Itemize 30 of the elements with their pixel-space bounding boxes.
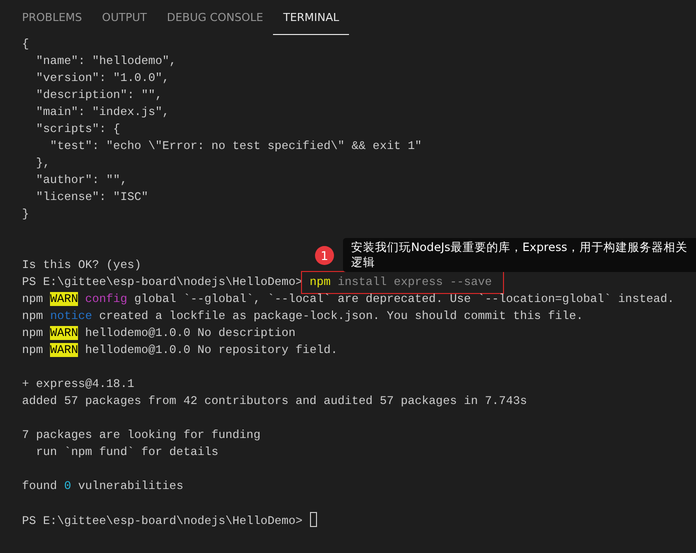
terminal-line: { — [22, 37, 30, 51]
terminal-line: "test": "echo \"Error: no test specified\" && exit 1" — [49, 139, 422, 153]
terminal-line: "main": "index.js", — [35, 105, 170, 119]
terminal-line: "name": "hellodemo", — [35, 54, 176, 68]
terminal-line: "description": "", — [35, 88, 162, 102]
terminal-line: "author": "", — [35, 173, 128, 187]
annotation-callout: 安装我们玩NodeJs最重要的库，Express，用于构建服务器相关逻辑 — [343, 238, 696, 272]
panel-tab[interactable]: OUTPUT — [92, 0, 157, 35]
terminal-line: added 57 packages from 42 contributors and audited 57 packages in 7.743s — [22, 394, 527, 408]
panel-tab[interactable]: PROBLEMS — [12, 0, 92, 35]
terminal-line: "license": "ISC" — [35, 190, 148, 204]
terminal-line: + express@4.18.1 — [22, 377, 134, 391]
terminal-line: "scripts": { — [35, 122, 120, 136]
terminal-line: } — [22, 207, 30, 221]
terminal-line: npm WARN hellodemo@1.0.0 No repository field. — [22, 343, 338, 357]
terminal-line: Is this OK? (yes) — [22, 258, 142, 272]
panel-tab[interactable]: DEBUG CONSOLE — [156, 0, 274, 35]
terminal-line: "version": "1.0.0", — [35, 71, 170, 85]
terminal-line: npm notice created a lockfile as package-lock.json. You should commit this file. — [22, 309, 584, 323]
terminal-line: npm WARN hellodemo@1.0.0 No description — [22, 326, 296, 340]
terminal-line: PS E:\gittee\esp-board\nodejs\HelloDemo> — [22, 275, 304, 289]
terminal-line: run `npm fund` for details — [35, 445, 218, 459]
terminal-line: 7 packages are looking for funding — [22, 428, 260, 442]
terminal-line: PS E:\gittee\esp-board\nodejs\HelloDemo> — [22, 514, 304, 528]
terminal-line: }, — [35, 156, 50, 170]
terminal-line: npm WARN config global `--global`, `--local` are deprecated. Use `--location=global` instead. — [22, 292, 674, 306]
panel-tab[interactable]: TERMINAL — [273, 0, 350, 35]
step-number: 1 — [315, 246, 334, 265]
terminal-line: found 0 vulnerabilities — [22, 479, 184, 493]
typed-command: npm install express --save — [310, 275, 492, 289]
